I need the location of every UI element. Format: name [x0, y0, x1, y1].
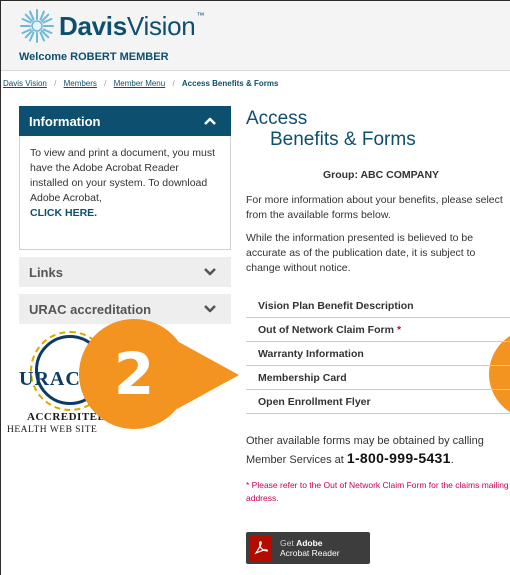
chevron-down-icon	[204, 268, 216, 276]
member-services-phone: 1-800-999-5431	[346, 450, 451, 466]
adobe-product-text: Acrobat Reader	[280, 548, 340, 558]
form-link-vision-plan[interactable]: Vision Plan Benefit Description	[246, 294, 510, 318]
information-panel-title: Information	[29, 113, 101, 129]
links-accordion[interactable]: Links	[19, 257, 231, 287]
chevron-down-icon	[204, 305, 216, 313]
form-link-label: Membership Card	[258, 371, 347, 384]
brand-light: Vision	[126, 10, 196, 41]
main-content: Access Benefits & Forms Group: ABC COMPA…	[246, 109, 510, 276]
welcome-message: Welcome ROBERT MEMBER	[19, 51, 169, 63]
brand-name: DavisVision™	[59, 11, 204, 42]
breadcrumb-separator: /	[104, 79, 107, 88]
breadcrumb-separator: /	[172, 79, 175, 88]
claims-note: * Please refer to the Out of Network Cla…	[246, 480, 509, 503]
urac-accordion-title: URAC accreditation	[29, 301, 152, 317]
phone-suffix: .	[450, 454, 454, 466]
breadcrumb: Davis Vision / Members / Member Menu / A…	[3, 79, 278, 88]
information-panel-text: To view and print a document, you must h…	[30, 147, 216, 204]
info-paragraph: For more information about your benefits…	[246, 194, 503, 221]
callout-number: 2	[113, 340, 155, 408]
breadcrumb-link-member-menu[interactable]: Member Menu	[114, 79, 166, 88]
step-callout: 2	[79, 319, 239, 429]
form-link-membership-card[interactable]: Membership Card	[246, 366, 510, 390]
page-title-line2: Benefits & Forms	[270, 129, 416, 150]
brand-bold: Davis	[59, 10, 127, 41]
adobe-get-text: Get	[280, 538, 294, 548]
callout-circle: 2	[79, 319, 189, 429]
form-link-warranty[interactable]: Warranty Information	[246, 342, 510, 366]
form-link-label: Warranty Information	[258, 347, 364, 360]
breadcrumb-separator: /	[54, 79, 57, 88]
disclaimer-paragraph: While the information presented is belie…	[246, 232, 476, 274]
forms-list: Vision Plan Benefit Description Out of N…	[246, 294, 510, 414]
acrobat-glyph-icon	[254, 541, 268, 555]
click-here-link[interactable]: CLICK HERE.	[30, 206, 220, 221]
site-header: DavisVision™ Welcome ROBERT MEMBER	[1, 1, 510, 71]
required-asterisk: *	[396, 323, 402, 336]
form-link-label: Out of Network Claim Form	[258, 323, 394, 336]
breadcrumb-link-members[interactable]: Members	[64, 79, 97, 88]
adobe-acrobat-icon	[250, 535, 272, 561]
other-forms-text: Other available forms may be obtained by…	[246, 433, 510, 469]
group-name: Group: ABC COMPANY	[322, 169, 440, 181]
adobe-brand-text: Adobe	[296, 538, 323, 548]
chevron-up-icon	[204, 117, 216, 125]
davis-vision-logo[interactable]: DavisVision™	[19, 7, 204, 45]
form-link-out-of-network[interactable]: Out of Network Claim Form *	[246, 318, 510, 342]
form-link-label: Vision Plan Benefit Description	[258, 299, 414, 312]
get-adobe-reader-button[interactable]: Get Adobe Acrobat Reader	[246, 532, 370, 564]
seal-main-text: URAC	[19, 368, 81, 390]
information-panel-body: To view and print a document, you must h…	[19, 136, 231, 250]
form-link-open-enrollment[interactable]: Open Enrollment Flyer	[246, 390, 510, 414]
links-accordion-title: Links	[29, 264, 63, 280]
sunburst-logo-icon	[20, 9, 54, 43]
breadcrumb-link-davis-vision[interactable]: Davis Vision	[3, 79, 47, 88]
form-link-label: Open Enrollment Flyer	[258, 395, 371, 408]
page: DavisVision™ Welcome ROBERT MEMBER Davis…	[0, 0, 510, 575]
page-title-line1: Access	[246, 108, 308, 129]
information-panel-header[interactable]: Information	[19, 106, 231, 136]
sidebar: Information To view and print a document…	[19, 106, 231, 324]
adobe-button-text: Get Adobe Acrobat Reader	[280, 538, 340, 558]
brand-trademark: ™	[196, 10, 205, 20]
breadcrumb-current: Access Benefits & Forms	[181, 79, 279, 88]
